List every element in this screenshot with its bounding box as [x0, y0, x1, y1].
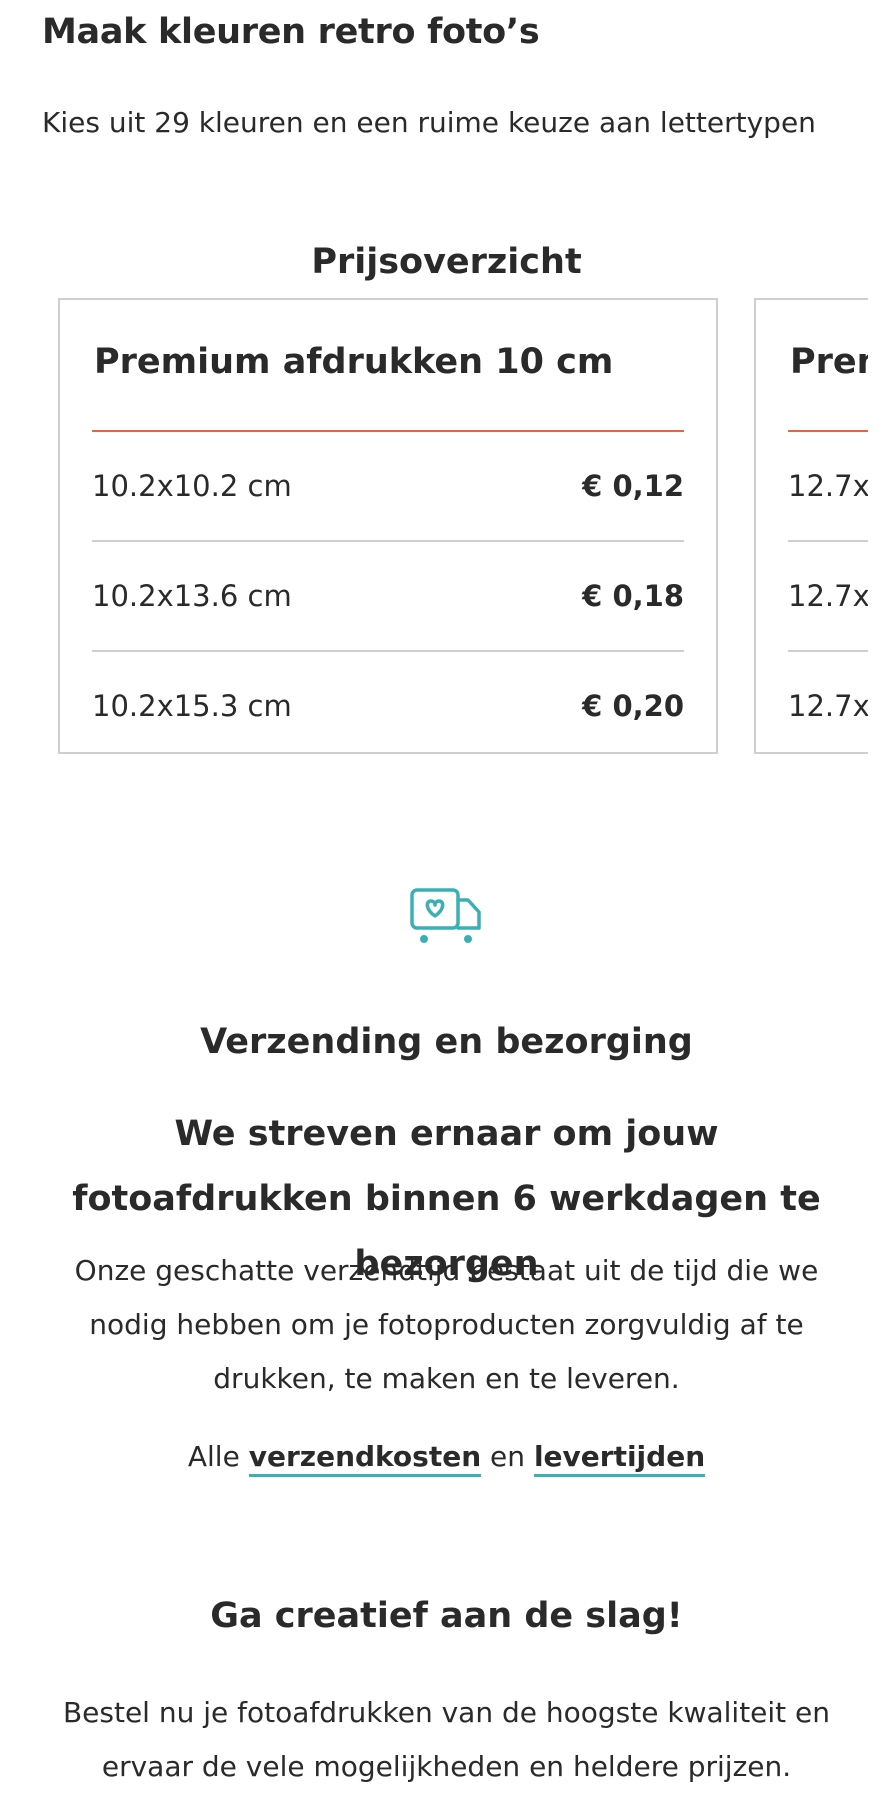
shipping-costs-link[interactable]: verzendkosten: [248, 1440, 482, 1477]
price-row: 10.2x10.2 cm € 0,12: [92, 432, 684, 542]
price-row-size: 12.7x1: [788, 469, 868, 503]
cta-title: Ga creatief aan de slag!: [210, 1596, 683, 1636]
price-row-size: 10.2x15.3 cm: [92, 689, 292, 723]
cta-description: Bestel nu je fotoafdrukken van de hoogst…: [62, 1696, 831, 1783]
shipping-description: Onze geschatte verzendtijd bestaat uit d…: [74, 1254, 819, 1395]
price-row-price: € 0,20: [582, 689, 684, 723]
price-row-price: € 0,18: [582, 579, 684, 613]
price-row: 12.7x1: [788, 652, 868, 758]
shipping-links-prefix: Alle: [187, 1440, 240, 1473]
price-row-size: 12.7x1: [788, 689, 868, 723]
price-row: 10.2x15.3 cm € 0,20: [92, 652, 684, 758]
price-row: 12.7x1: [788, 432, 868, 542]
delivery-truck-heart-icon: [410, 888, 481, 943]
price-row-size: 10.2x13.6 cm: [92, 579, 292, 613]
price-row: 10.2x13.6 cm € 0,18: [92, 542, 684, 652]
price-row-size: 10.2x10.2 cm: [92, 469, 292, 503]
price-cards-carousel[interactable]: Premium afdrukken 10 cm 10.2x10.2 cm € 0…: [58, 298, 868, 758]
section-title: Maak kleuren retro foto’s: [42, 12, 540, 52]
price-row: 12.7x1: [788, 542, 868, 652]
shipping-title: Verzending en bezorging: [200, 1022, 693, 1062]
price-card-title: Prem: [790, 342, 868, 382]
price-card: Premium afdrukken 10 cm 10.2x10.2 cm € 0…: [58, 298, 718, 754]
delivery-times-link[interactable]: levertijden: [533, 1440, 706, 1477]
shipping-links: Alle verzendkosten en levertijden: [0, 1440, 893, 1477]
shipping-links-mid: en: [490, 1440, 526, 1473]
price-card-next: Prem 12.7x1 12.7x1 12.7x1: [754, 298, 868, 754]
price-overview-heading: Prijsoverzicht: [311, 242, 582, 282]
section-intro: Kies uit 29 kleuren en een ruime keuze a…: [42, 106, 816, 139]
price-card-title: Premium afdrukken 10 cm: [94, 342, 614, 382]
price-row-price: € 0,12: [582, 469, 684, 503]
price-row-size: 12.7x1: [788, 579, 868, 613]
